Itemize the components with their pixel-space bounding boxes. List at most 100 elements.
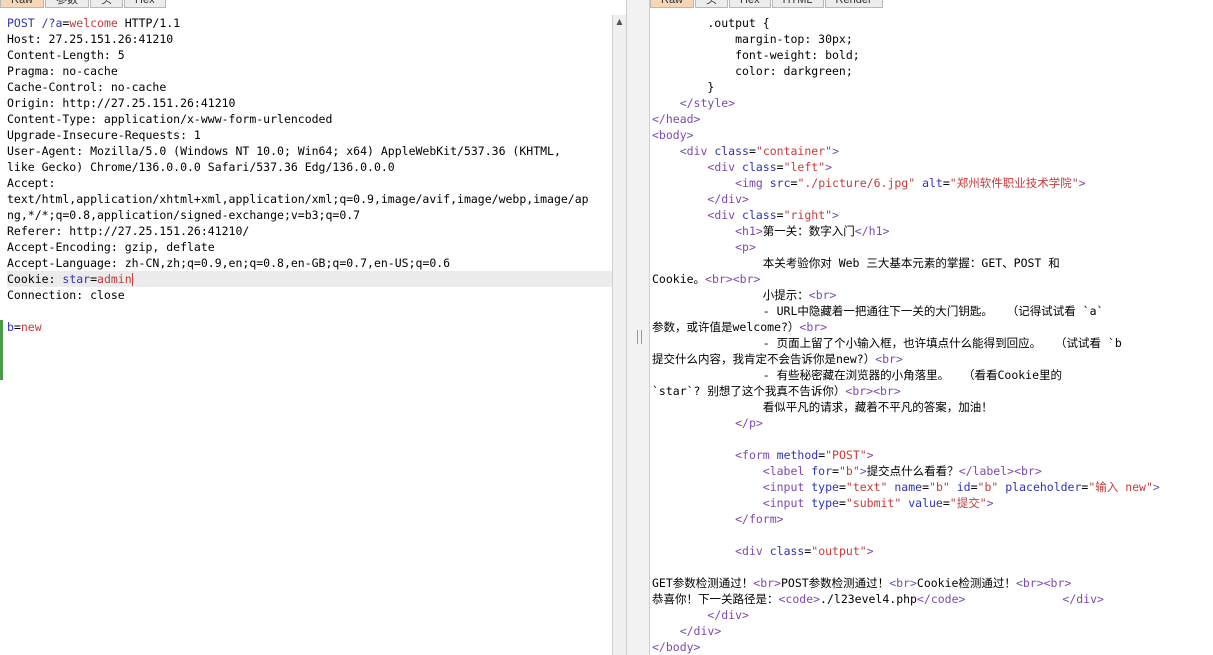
response-token: <div [707, 160, 743, 174]
response-token: src [769, 176, 791, 190]
response-token: for [811, 464, 833, 478]
response-token [652, 416, 735, 430]
request-tab-2[interactable]: 头 [90, 0, 124, 8]
request-tab-0[interactable]: Raw [0, 0, 45, 8]
request-line: Referer: http://27.25.151.26:41210/ [7, 223, 612, 239]
response-line: <div class="output"> [652, 543, 1211, 559]
response-token: type [811, 480, 839, 494]
response-token [652, 208, 707, 222]
request-tab-1[interactable]: 参数 [45, 0, 90, 8]
response-tab-3[interactable]: HTML [771, 0, 824, 8]
response-editor[interactable]: .output { margin-top: 30px; font-weight:… [652, 15, 1211, 655]
response-token [652, 240, 735, 254]
response-token: "提交" [949, 496, 987, 510]
response-line: Cookie。<br><br> [652, 271, 1211, 287]
response-line: <div class="container"> [652, 143, 1211, 159]
response-token [965, 592, 1062, 606]
response-token: 提交什么内容，我肯定不会告诉你是new?） [652, 352, 876, 366]
response-token: <code> [778, 592, 821, 606]
request-token: ng,*/*;q=0.8,application/signed-exchange… [7, 208, 361, 222]
response-token: <p> [735, 240, 756, 254]
response-line: - 有些秘密藏在浏览器的小角落里。 （看看Cookie里的 [652, 367, 1211, 383]
response-tabbar: Raw 头 Hex HTML Render [650, 0, 884, 8]
response-token: <br><br> [845, 384, 901, 398]
response-token: <input [762, 496, 812, 510]
response-token: "output" [811, 544, 867, 558]
response-token: <label [762, 464, 812, 478]
request-token: Connection: close [7, 288, 125, 302]
response-line: margin-top: 30px; [652, 31, 1211, 47]
response-token: <body> [652, 128, 694, 142]
request-line: Accept-Encoding: gzip, deflate [7, 239, 612, 255]
response-token: <br> [889, 576, 917, 590]
response-token: = [776, 160, 784, 174]
response-token: "./picture/6.jpg" [797, 176, 916, 190]
response-token: = [922, 480, 930, 494]
response-token: = [970, 480, 978, 494]
response-token: </body> [652, 640, 701, 654]
response-tab-0[interactable]: Raw [650, 0, 695, 8]
response-token: > [866, 544, 874, 558]
request-scrollbar[interactable]: ▲ [612, 15, 626, 655]
response-token: } [652, 80, 715, 94]
request-line: Connection: close [7, 287, 612, 303]
response-line: 提交什么内容，我肯定不会告诉你是new?）<br> [652, 351, 1211, 367]
response-token: <br> [799, 320, 828, 334]
request-line: b=new [7, 319, 612, 335]
request-token: POST /? [7, 16, 56, 30]
response-token: "郑州软件职业技术学院" [949, 176, 1079, 190]
response-token: </code> [916, 592, 966, 606]
response-token: > [986, 496, 994, 510]
response-token: > [825, 160, 833, 174]
response-token: "submit" [845, 496, 902, 510]
left-edge-marker [0, 320, 3, 380]
request-tab-3[interactable]: Hex [124, 0, 166, 8]
response-token: class [714, 144, 749, 158]
response-line: <label for="b">提交点什么看看？</label><br> [652, 463, 1211, 479]
request-token: Content-Type: application/x-www-form-url… [7, 112, 333, 126]
request-editor[interactable]: POST /?a=welcome HTTP/1.1 Host: 27.25.151… [7, 15, 612, 655]
response-token: type [811, 496, 839, 510]
response-token: </div> [679, 624, 722, 638]
response-token: = [748, 144, 756, 158]
response-token [652, 608, 707, 622]
response-line [652, 559, 1211, 575]
request-token: = [13, 320, 21, 334]
response-tab-4[interactable]: Render [824, 0, 883, 8]
request-line: like Gecko) Chrome/136.0.0.0 Safari/537.… [7, 159, 612, 175]
response-token: </div> [707, 192, 749, 206]
response-token: class [742, 160, 777, 174]
pane-divider[interactable] [626, 0, 650, 655]
response-line: } [652, 79, 1211, 95]
request-token: Pragma: no-cache [7, 64, 118, 78]
response-line: 看似平凡的请求，藏着不平凡的答案，加油！ [652, 399, 1211, 415]
request-token: = [90, 272, 98, 286]
request-token: Accept: [7, 176, 56, 190]
response-token: <input [762, 480, 812, 494]
request-line: User-Agent: Mozilla/5.0 (Windows NT 10.0… [7, 143, 612, 159]
response-token: "container" [755, 144, 833, 158]
response-token: </h1> [854, 224, 890, 238]
divider-grip-icon[interactable] [637, 330, 642, 344]
response-token [652, 464, 763, 478]
response-token: > [832, 208, 839, 222]
response-line: </p> [652, 415, 1211, 431]
scroll-up-arrow-icon[interactable]: ▲ [613, 15, 626, 29]
request-token: Accept-Language: zh-CN,zh;q=0.9,en;q=0.8… [7, 256, 451, 270]
response-tab-2[interactable]: Hex [729, 0, 771, 8]
response-token: <br><br> [705, 272, 761, 286]
response-token: <br><br> [1015, 576, 1072, 590]
response-token: - 有些秘密藏在浏览器的小角落里。 （看看Cookie里的 [652, 368, 1063, 382]
request-line: Content-Length: 5 [7, 47, 612, 63]
response-line: - 页面上留了个小输入框，也许填点什么能得到回应。 （试试看 `b [652, 335, 1211, 351]
request-token: Cookie: [7, 272, 63, 286]
request-token: b [7, 320, 14, 334]
response-line: 本关考验你对 Web 三大基本元素的掌握：GET、POST 和 [652, 255, 1211, 271]
request-line: Cache-Control: no-cache [7, 79, 612, 95]
response-token: "right" [783, 208, 833, 222]
response-token: </div> [707, 608, 749, 622]
request-token: new [20, 320, 42, 334]
response-tab-1[interactable]: 头 [695, 0, 729, 8]
response-token: "b" [977, 480, 999, 494]
response-token: - URL中隐藏着一把通往下一关的大门钥匙。 （记得试试看 `a` [652, 304, 1104, 318]
